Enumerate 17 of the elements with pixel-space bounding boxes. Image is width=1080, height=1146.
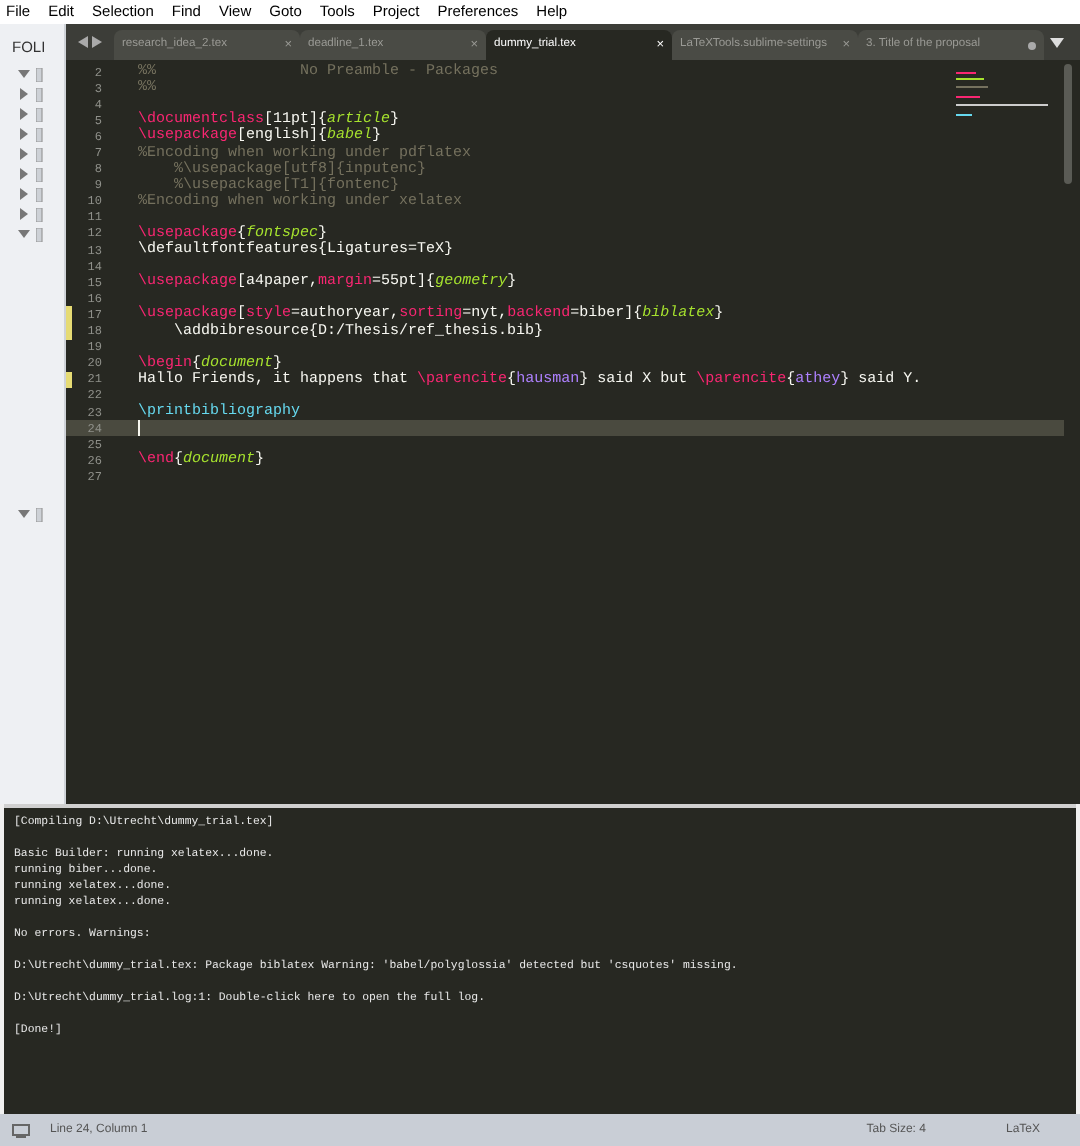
tree-arrow-icon[interactable] — [18, 148, 30, 160]
tree-arrow-icon[interactable] — [18, 228, 30, 240]
tree-arrow-icon[interactable] — [18, 108, 30, 120]
previous-arrow-icon[interactable] — [78, 36, 88, 48]
tree-arrow-icon[interactable] — [18, 208, 30, 220]
tree-arrow-icon[interactable] — [18, 508, 30, 520]
tree-arrow-icon[interactable] — [18, 168, 30, 180]
folder-icon — [36, 507, 46, 521]
text-cursor — [138, 420, 140, 437]
tree-arrow-icon[interactable] — [18, 68, 30, 80]
tree-arrow-icon[interactable] — [18, 88, 30, 100]
scrollbar — [1064, 64, 1072, 184]
dropdown-arrow-icon[interactable] — [1050, 38, 1064, 48]
tree-arrow-icon[interactable] — [18, 188, 30, 200]
monitor-icon[interactable] — [12, 1123, 30, 1137]
tree-arrow-icon[interactable] — [18, 128, 30, 140]
next-arrow-icon[interactable] — [92, 36, 102, 48]
